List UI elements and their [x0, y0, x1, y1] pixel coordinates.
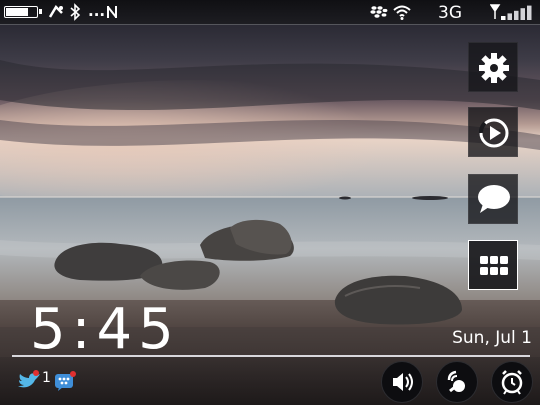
twitter-count-badge: 1 — [42, 370, 51, 386]
alarm-icon — [501, 370, 523, 395]
signal-bar — [527, 5, 532, 20]
blackberry-icon — [370, 6, 388, 18]
signal-bar — [501, 16, 506, 20]
rotation-icon — [48, 4, 63, 18]
nfc-icon — [107, 6, 117, 18]
settings-icon — [479, 53, 509, 83]
all-apps-button[interactable] — [468, 240, 518, 290]
settings-button[interactable] — [468, 42, 518, 92]
all-apps-icon — [480, 256, 508, 275]
twitter-icon[interactable] — [16, 370, 42, 392]
alarm-button[interactable] — [491, 361, 533, 403]
signal-bar — [507, 13, 512, 20]
signal-bar — [514, 10, 519, 20]
connections-button[interactable] — [436, 361, 478, 403]
bluetooth-icon — [70, 3, 81, 21]
connections-icon — [447, 370, 465, 393]
battery-icon — [4, 6, 42, 18]
status-bar: ... 3G — [0, 0, 540, 25]
media-player-button[interactable] — [468, 107, 518, 157]
wifi-icon — [393, 5, 411, 20]
sound-button[interactable] — [381, 361, 423, 403]
clock-time: 5:45 — [30, 297, 180, 362]
bbm-icon[interactable] — [53, 370, 77, 392]
network-type-label: 3G — [438, 3, 462, 23]
messages-icon — [478, 185, 510, 213]
more-icon: ... — [88, 2, 106, 20]
media-player-icon — [479, 118, 509, 148]
sound-icon — [393, 373, 413, 391]
messages-button[interactable] — [468, 174, 518, 224]
battery-level — [6, 8, 28, 16]
date-label: Sun, Jul 1 — [452, 328, 532, 348]
signal-bar — [520, 8, 525, 20]
signal-icon — [490, 4, 532, 20]
